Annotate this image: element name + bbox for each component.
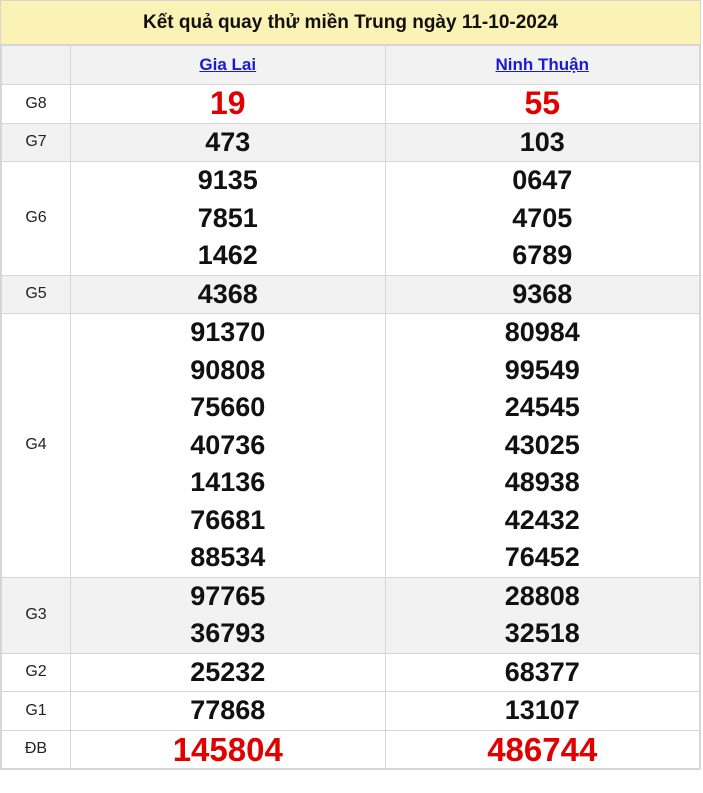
prize-number: 473	[205, 126, 251, 157]
prize-number: 0647	[512, 165, 573, 195]
province-link-gia-lai[interactable]: Gia Lai	[199, 55, 256, 74]
prize-number: 91370	[190, 317, 266, 347]
prize-cell: 4368	[70, 274, 386, 314]
prize-cell: 103	[384, 122, 700, 162]
prize-number: 48938	[504, 467, 580, 497]
header-province-gia-lai: Gia Lai	[70, 45, 386, 85]
prize-row: G2 25232 68377	[1, 652, 700, 692]
prize-cell: 13107	[384, 691, 700, 731]
prize-number: 145804	[172, 730, 283, 768]
prize-label: G1	[1, 691, 71, 731]
results-table: Gia Lai Ninh Thuận G8 19 55 G7 473 103 G6 9135 7…	[1, 45, 700, 769]
prize-row: G5 4368 9368	[1, 274, 700, 314]
prize-number: 55	[524, 85, 561, 121]
prize-cell: 28808 32518	[384, 576, 700, 654]
prize-label: G8	[1, 84, 71, 124]
prize-cell: 25232	[70, 652, 386, 692]
prize-label: G3	[1, 576, 71, 654]
prize-row: G1 77868 13107	[1, 691, 700, 731]
prize-number: 40736	[190, 429, 266, 460]
prize-cell: 19	[70, 84, 386, 124]
prize-number: 19	[209, 85, 246, 121]
prize-cell: 91370 90808 75660 40736 14136 76681 88534	[70, 313, 386, 578]
header-empty-cell	[1, 45, 71, 85]
prize-row: ĐB 145804 486744	[1, 729, 700, 769]
prize-number: 7851	[197, 202, 258, 233]
prize-number: 76681	[190, 504, 266, 535]
prize-number: 99549	[504, 354, 580, 385]
page-title: Kết quả quay thử miền Trung ngày 11-10-2…	[1, 1, 700, 45]
prize-number: 4705	[512, 202, 573, 233]
prize-row: G4 91370 90808 75660 40736 14136 76681 88534 809…	[1, 313, 700, 578]
prize-row: G3 97765 36793 28808 32518	[1, 576, 700, 654]
prize-number: 24545	[504, 392, 580, 422]
prize-number: 68377	[504, 656, 580, 687]
prize-number: 43025	[504, 429, 580, 460]
prize-number: 88534	[190, 542, 266, 572]
table-header-row: Gia Lai Ninh Thuận	[1, 45, 700, 85]
prize-number: 32518	[504, 618, 580, 648]
prize-row: G6 9135 7851 1462 0647 4705 6789	[1, 161, 700, 276]
prize-cell: 473	[70, 122, 386, 162]
prize-row: G8 19 55	[1, 84, 700, 124]
prize-cell: 68377	[384, 652, 700, 692]
prize-number: 97765	[190, 580, 266, 611]
prize-cell: 80984 99549 24545 43025 48938 42432 76452	[384, 313, 700, 578]
prize-number: 36793	[190, 618, 266, 648]
prize-number: 1462	[197, 240, 258, 270]
prize-cell: 9135 7851 1462	[70, 161, 386, 276]
prize-cell: 0647 4705 6789	[384, 161, 700, 276]
prize-label: G6	[1, 161, 71, 276]
results-panel: Kết quả quay thử miền Trung ngày 11-10-2…	[0, 0, 701, 770]
prize-number: 28808	[504, 580, 580, 611]
prize-number: 76452	[504, 542, 580, 572]
prize-number: 4368	[197, 278, 258, 309]
prize-number: 80984	[504, 317, 580, 347]
prize-number: 90808	[190, 354, 266, 385]
prize-label: G7	[1, 122, 71, 162]
prize-number: 14136	[190, 467, 266, 497]
prize-row: G7 473 103	[1, 122, 700, 162]
prize-number: 486744	[487, 730, 598, 768]
prize-number: 9135	[197, 165, 258, 195]
prize-cell: 97765 36793	[70, 576, 386, 654]
prize-label: G4	[1, 313, 71, 578]
prize-number: 75660	[190, 392, 266, 422]
prize-label: G5	[1, 274, 71, 314]
prize-number: 6789	[512, 240, 573, 270]
prize-number: 103	[519, 126, 565, 157]
prize-number: 9368	[512, 278, 573, 309]
prize-cell: 77868	[70, 691, 386, 731]
prize-cell: 9368	[384, 274, 700, 314]
prize-label: G2	[1, 652, 71, 692]
prize-number: 13107	[504, 695, 580, 725]
prize-number: 77868	[190, 695, 266, 725]
header-province-ninh-thuan: Ninh Thuận	[384, 45, 700, 85]
prize-cell: 486744	[384, 729, 700, 769]
prize-number: 42432	[504, 504, 580, 535]
province-link-ninh-thuan[interactable]: Ninh Thuận	[496, 55, 589, 74]
prize-number: 25232	[190, 656, 266, 687]
prize-cell: 55	[384, 84, 700, 124]
prize-cell: 145804	[70, 729, 386, 769]
prize-label: ĐB	[1, 729, 71, 769]
